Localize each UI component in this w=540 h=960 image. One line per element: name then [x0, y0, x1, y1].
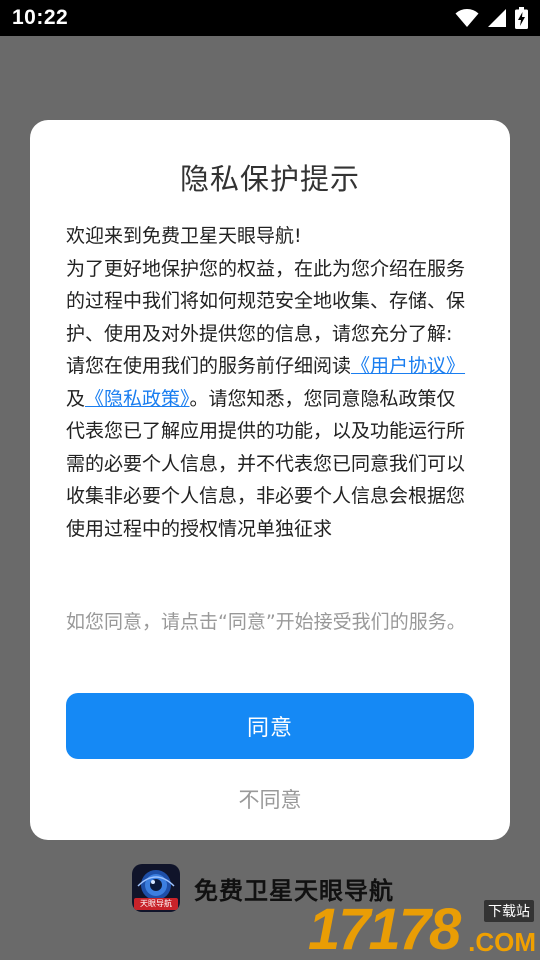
- app-logo: 天眼导航: [132, 864, 180, 912]
- paragraph-1: 为了更好地保护您的权益，在此为您介绍在服务的过程中我们将如何规范安全地收集、存储…: [66, 257, 466, 345]
- status-time: 10:22: [12, 6, 69, 29]
- paragraph-2: 请您在使用我们的服务前仔细阅读《用户协议》及《隐私政策》。请您知悉，您同意隐私政…: [66, 350, 472, 545]
- status-bar: 10:22: [0, 0, 540, 36]
- status-icons: [455, 7, 528, 29]
- privacy-dialog: 隐私保护提示 欢迎来到免费卫星天眼导航! 为了更好地保护您的权益，在此为您介绍在…: [30, 120, 510, 840]
- watermark-com: .COM: [468, 927, 536, 957]
- wifi-icon: [455, 8, 479, 28]
- privacy-policy-link[interactable]: 《隐私政策》: [85, 388, 190, 410]
- dialog-body[interactable]: 欢迎来到免费卫星天眼导航! 为了更好地保护您的权益，在此为您介绍在服务的过程中我…: [66, 220, 472, 578]
- paragraph-2-prefix: 请您在使用我们的服务前仔细阅读: [66, 355, 352, 377]
- paragraph-2-suffix: 。请您知悉，您同意隐私政策仅代表您已了解应用提供的功能，以及功能运行所需的必要个…: [66, 387, 466, 540]
- watermark-tag: 下载站: [484, 900, 534, 922]
- battery-charging-icon: [515, 7, 528, 29]
- and-text: 及: [66, 387, 86, 410]
- app-logo-badge: 天眼导航: [134, 898, 178, 910]
- cellular-signal-icon: [487, 8, 507, 28]
- watermark-digits: 17178: [308, 897, 461, 960]
- disagree-button[interactable]: 不同意: [170, 780, 370, 818]
- user-agreement-link[interactable]: 《用户协议》: [351, 355, 465, 377]
- dialog-title: 隐私保护提示: [179, 162, 360, 196]
- site-watermark: 17178 .COM 下载站: [308, 900, 536, 960]
- intro-line: 欢迎来到免费卫星天眼导航!: [66, 225, 302, 247]
- agree-button[interactable]: 同意: [66, 693, 474, 759]
- dialog-note: 如您同意，请点击“同意”开始接受我们的服务。: [66, 611, 466, 633]
